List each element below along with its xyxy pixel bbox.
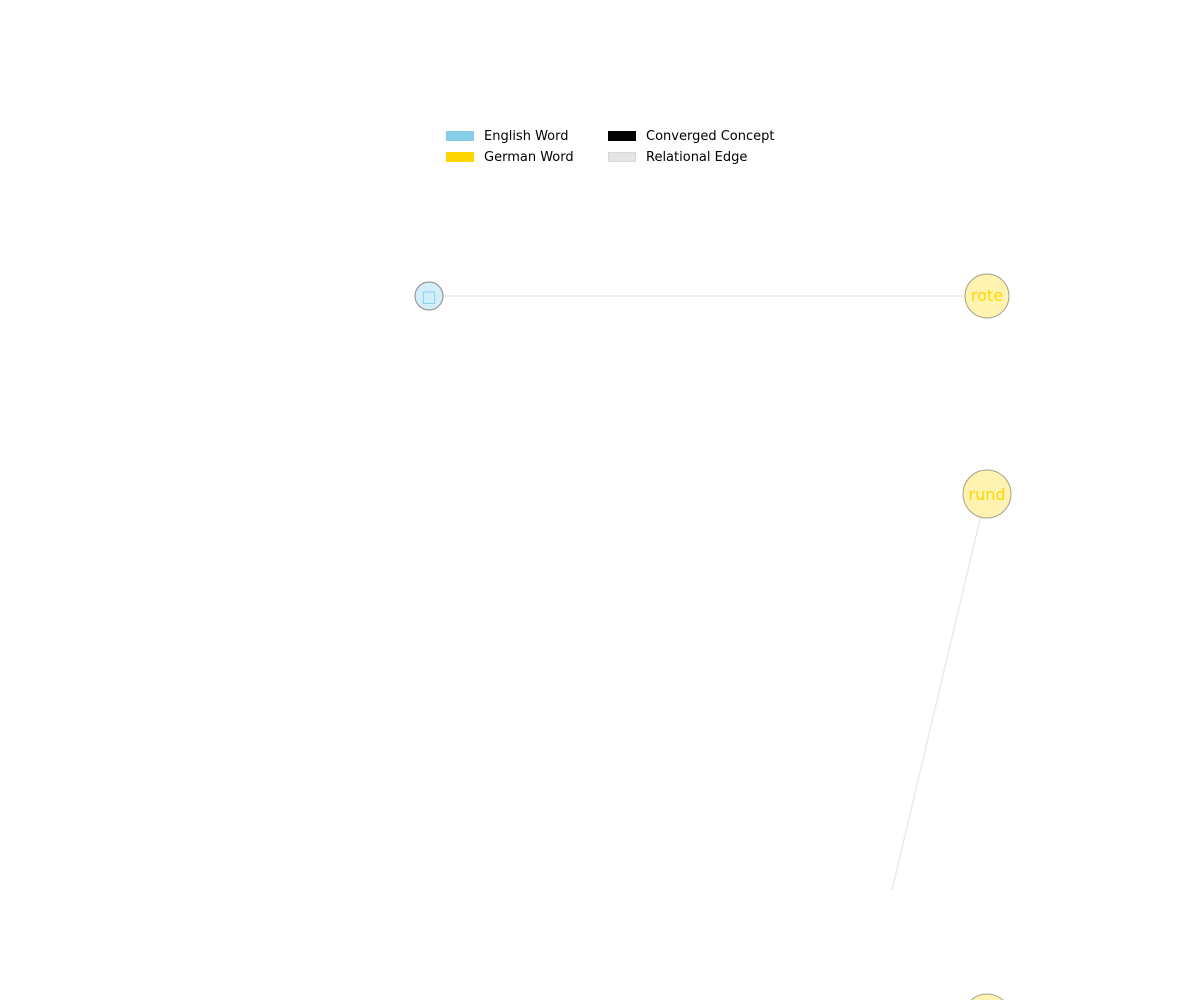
legend-label-relational-edge: Relational Edge [646, 149, 748, 165]
legend-swatch-english-word [446, 131, 474, 141]
node-german-word-rund[interactable]: rund [962, 469, 1012, 519]
legend: English Word Converged Concept German Wo… [446, 128, 808, 165]
legend-label-english-word: English Word [484, 128, 569, 144]
legend-item-german-word: German Word [446, 149, 608, 165]
legend-item-converged-concept: Converged Concept [608, 128, 808, 144]
node-label-rote: rote [971, 286, 1003, 305]
legend-swatch-relational-edge [608, 152, 636, 162]
legend-label-converged-concept: Converged Concept [646, 128, 775, 144]
legend-label-german-word: German Word [484, 149, 574, 165]
node-english-word[interactable]: □ [414, 281, 444, 311]
legend-swatch-converged-concept [608, 131, 636, 141]
legend-item-relational-edge: Relational Edge [608, 149, 808, 165]
node-german-word-rote[interactable]: rote [964, 273, 1010, 319]
node-label-rund: rund [968, 485, 1005, 504]
node-label-english: □ [421, 287, 436, 306]
legend-swatch-german-word [446, 152, 474, 162]
graph-canvas: □ rote rund English Word Converged Conce… [0, 0, 1200, 1004]
node-german-word-bottom[interactable] [963, 993, 1011, 1004]
edge-rund-down [891, 493, 987, 891]
legend-item-english-word: English Word [446, 128, 608, 144]
